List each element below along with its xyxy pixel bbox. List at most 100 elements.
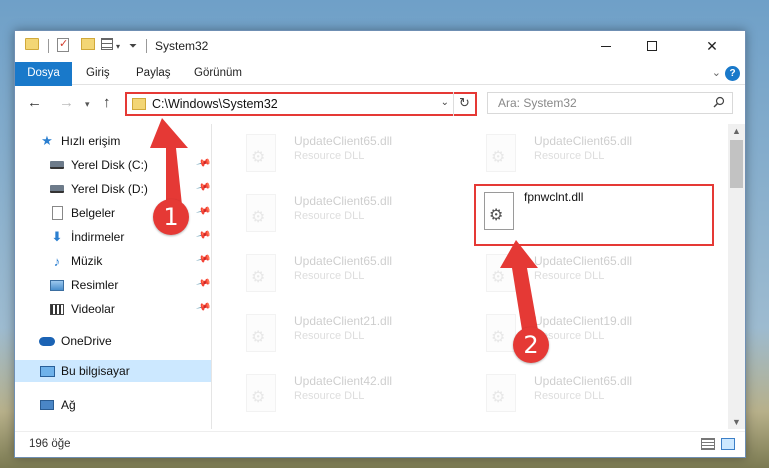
list-item[interactable]: UpdateClient65.dll Resource DLL: [462, 128, 687, 180]
search-input[interactable]: Ara: System32: [487, 92, 733, 114]
pin-icon[interactable]: 📌: [195, 276, 211, 292]
sidebar-item-videos[interactable]: Videolar 📌: [15, 298, 211, 320]
file-description: Resource DLL: [534, 150, 605, 162]
list-item[interactable]: UpdateClient65.dll Resource DLL: [222, 248, 447, 300]
file-name: UpdateClient21.dll: [294, 314, 393, 328]
chevron-down-icon[interactable]: ▾: [116, 38, 120, 54]
file-name: UpdateClient65.dll: [294, 134, 393, 148]
search-placeholder: Ara: System32: [498, 96, 577, 110]
search-icon[interactable]: [713, 96, 725, 108]
up-arrow-icon[interactable]: ↑: [103, 94, 111, 111]
file-description: Resource DLL: [294, 270, 365, 282]
view-icon[interactable]: [101, 38, 113, 50]
sidebar-item-local-disk-c[interactable]: Yerel Disk (C:) 📌: [15, 154, 211, 176]
file-description: Resource DLL: [534, 390, 605, 402]
list-item[interactable]: UpdateClient65.dll Resource DLL: [462, 248, 687, 300]
drive-icon: [49, 181, 65, 197]
vertical-scrollbar[interactable]: ▲ ▼: [728, 124, 745, 429]
sidebar-item-label: Yerel Disk (D:): [71, 182, 148, 196]
file-name: UpdateClient65.dll: [534, 254, 633, 268]
expand-ribbon-icon[interactable]: ⌄: [712, 66, 721, 79]
step-badge-2: 2: [513, 327, 549, 363]
pin-icon[interactable]: 📌: [195, 156, 211, 172]
dll-file-icon: [486, 374, 516, 412]
list-item-fpnwclnt[interactable]: fpnwclnt.dll: [474, 184, 714, 246]
sidebar-item-quick-access[interactable]: ★ Hızlı erişim: [15, 130, 211, 152]
item-count: 196 öğe: [29, 438, 71, 450]
sidebar-item-label: Müzik: [71, 254, 103, 268]
address-bar[interactable]: C:\Windows\System32 ⌄ ↻: [125, 92, 477, 116]
file-name: UpdateClient65.dll: [534, 374, 633, 388]
pin-icon[interactable]: 📌: [195, 180, 211, 196]
sidebar-item-music[interactable]: ♪ Müzik 📌: [15, 250, 211, 272]
dll-file-icon: [486, 314, 516, 352]
star-icon: ★: [41, 133, 53, 148]
sidebar-item-label: İndirmeler: [71, 230, 125, 244]
videos-icon: [49, 301, 65, 317]
pin-icon[interactable]: 📌: [195, 204, 211, 220]
list-item[interactable]: UpdateClient65.dll Resource DLL: [462, 368, 687, 420]
sidebar-item-local-disk-d[interactable]: Yerel Disk (D:) 📌: [15, 178, 211, 200]
list-item[interactable]: UpdateClient65.dll Resource DLL: [222, 128, 447, 180]
file-name: UpdateClient65.dll: [294, 254, 393, 268]
new-folder-icon[interactable]: [81, 38, 95, 50]
scrollbar-thumb[interactable]: [730, 140, 743, 188]
sidebar-item-pictures[interactable]: Resimler 📌: [15, 274, 211, 296]
pin-icon[interactable]: 📌: [195, 252, 211, 268]
tab-home[interactable]: Giriş: [77, 62, 119, 85]
sidebar-item-label: Videolar: [71, 302, 115, 316]
file-name: UpdateClient19.dll: [534, 314, 633, 328]
navigation-pane: ★ Hızlı erişim Yerel Disk (C:) 📌 Yerel D…: [15, 124, 211, 429]
scroll-down-icon[interactable]: ▼: [732, 417, 741, 427]
back-arrow-icon[interactable]: ←: [27, 94, 42, 111]
computer-icon: [39, 363, 55, 379]
sidebar-item-label: Yerel Disk (C:): [71, 158, 148, 172]
step-badge-1: 1: [153, 199, 189, 235]
file-description: Resource DLL: [294, 150, 365, 162]
download-icon: ⬇: [51, 229, 63, 244]
scroll-up-icon[interactable]: ▲: [732, 126, 741, 136]
pin-icon[interactable]: 📌: [195, 228, 211, 244]
recent-locations-icon[interactable]: ▾: [85, 99, 90, 110]
dll-file-icon: [246, 374, 276, 412]
folder-icon: [132, 98, 146, 110]
customize-toolbar-icon[interactable]: ⏷: [129, 38, 137, 54]
dll-file-icon: [246, 194, 276, 232]
sidebar-item-this-pc[interactable]: Bu bilgisayar: [15, 360, 211, 382]
sidebar-item-label: Resimler: [71, 278, 119, 292]
refresh-icon[interactable]: ↻: [453, 92, 475, 116]
sidebar-item-label: Hızlı erişim: [61, 134, 121, 148]
properties-icon[interactable]: [57, 37, 69, 52]
list-item[interactable]: UpdateClient19.dll Resource DLL: [462, 308, 687, 360]
details-view-icon[interactable]: [701, 438, 715, 450]
sidebar-item-label: Ağ: [61, 398, 76, 412]
close-button[interactable]: ✕: [689, 31, 735, 61]
maximize-button[interactable]: [629, 31, 675, 61]
tab-view[interactable]: Görünüm: [185, 62, 251, 85]
cloud-icon: [39, 333, 55, 349]
address-path[interactable]: C:\Windows\System32: [152, 97, 278, 111]
file-list: UpdateClient65.dll Resource DLL UpdateCl…: [212, 124, 727, 429]
minimize-icon: [601, 45, 611, 47]
minimize-button[interactable]: [583, 31, 629, 61]
dll-file-icon: [486, 254, 516, 292]
large-icons-view-icon[interactable]: [721, 438, 735, 450]
ribbon-tabs: Dosya Giriş Paylaş Görünüm ⌄ ?: [15, 62, 745, 114]
sidebar-item-network[interactable]: Ağ: [15, 394, 211, 416]
list-item[interactable]: UpdateClient42.dll Resource DLL: [222, 368, 447, 420]
pin-icon[interactable]: 📌: [195, 300, 211, 316]
sidebar-item-label: Belgeler: [71, 206, 116, 220]
file-description: Resource DLL: [294, 210, 365, 222]
list-item[interactable]: UpdateClient65.dll Resource DLL: [222, 188, 447, 240]
address-dropdown-icon[interactable]: ⌄: [441, 97, 449, 108]
tab-share[interactable]: Paylaş: [127, 62, 180, 85]
dll-file-icon: [246, 314, 276, 352]
network-icon: [39, 397, 55, 413]
help-icon[interactable]: ?: [725, 66, 740, 81]
forward-arrow-icon[interactable]: →: [59, 94, 74, 111]
list-item[interactable]: UpdateClient21.dll Resource DLL: [222, 308, 447, 360]
sidebar-item-onedrive[interactable]: OneDrive: [15, 330, 211, 352]
file-name: UpdateClient65.dll: [294, 194, 393, 208]
sidebar-item-label: Bu bilgisayar: [61, 364, 130, 378]
music-icon: ♪: [53, 253, 61, 269]
